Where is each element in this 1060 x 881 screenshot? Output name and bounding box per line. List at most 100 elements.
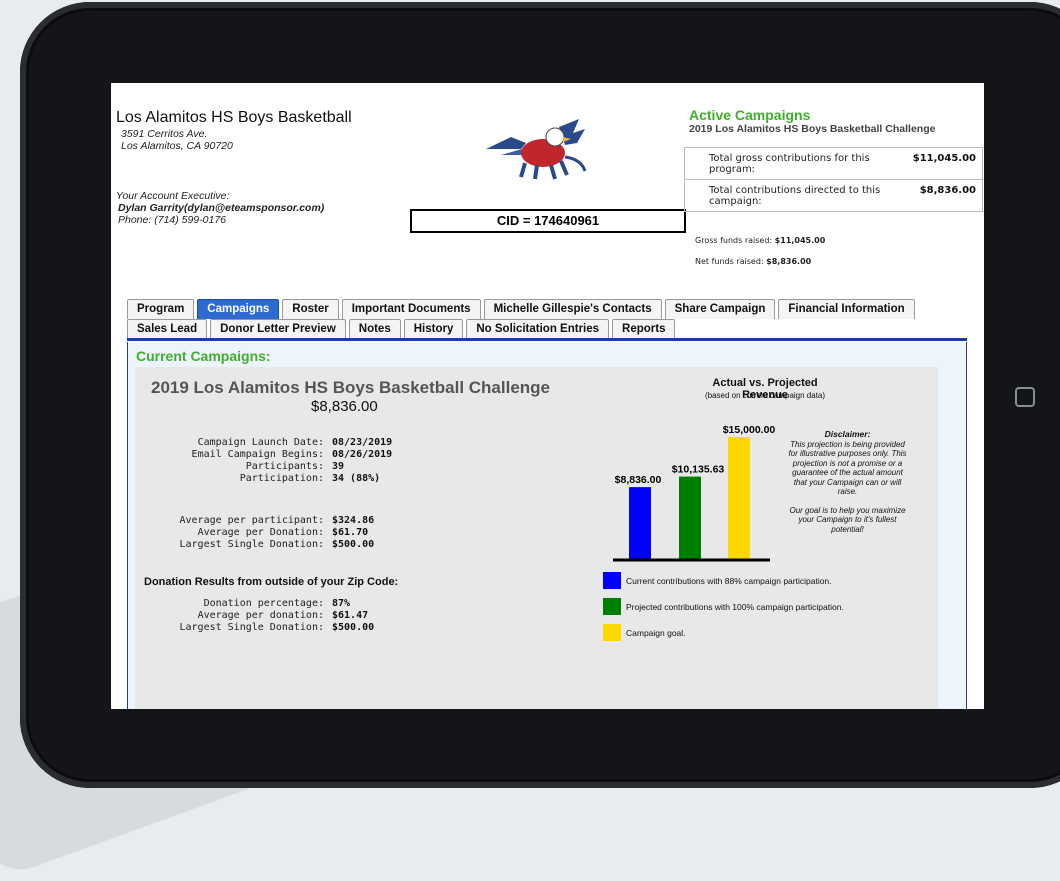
stat-value: $500.00 bbox=[332, 622, 375, 633]
tab-underline bbox=[127, 338, 967, 341]
bar-goal bbox=[728, 437, 750, 559]
tab-financial-information[interactable]: Financial Information bbox=[778, 299, 915, 319]
screen: Los Alamitos HS Boys Basketball 3591 Cer… bbox=[111, 83, 984, 709]
totals-label: Total gross contributions for this progr… bbox=[709, 153, 870, 175]
griffin-logo bbox=[486, 119, 587, 180]
active-campaign-name[interactable]: 2019 Los Alamitos HS Boys Basketball Cha… bbox=[689, 123, 939, 135]
legend-item: Campaign goal. bbox=[603, 624, 686, 641]
disclaimer-heading: Disclaimer: bbox=[824, 429, 871, 439]
campaign-amount: $8,836.00 bbox=[311, 398, 378, 415]
disclaimer: Disclaimer: This projection is being pro… bbox=[785, 429, 910, 534]
home-button[interactable] bbox=[1015, 387, 1035, 407]
totals-table: Total gross contributions for this progr… bbox=[684, 147, 983, 212]
disclaimer-text: This projection is being provided for il… bbox=[788, 439, 907, 497]
zip-results-title: Donation Results from outside of your Zi… bbox=[144, 576, 399, 588]
legend-label: Projected contributions with 100% campai… bbox=[626, 601, 844, 612]
tab-program[interactable]: Program bbox=[127, 299, 195, 319]
stat-label: Average per Donation: bbox=[197, 527, 324, 538]
tab-reports[interactable]: Reports bbox=[612, 319, 676, 339]
donation-stats: Average per participant: $324.86 Average … bbox=[135, 515, 375, 551]
stat-label: Participation: bbox=[239, 473, 324, 484]
account-executive: Your Account Executive: Dylan Garrity(dy… bbox=[116, 190, 324, 226]
stat-label: Participants: bbox=[245, 461, 324, 472]
tab-no-solicitation-entries[interactable]: No Solicitation Entries bbox=[466, 319, 610, 339]
stat-row: Campaign Launch Date: 08/23/2019 bbox=[135, 437, 393, 449]
stat-row: Participants: 39 bbox=[135, 461, 392, 473]
org-address: 3591 Cerritos Ave. Los Alamitos, CA 9072… bbox=[121, 128, 233, 152]
stat-row: Average per donation: $61.47 bbox=[135, 610, 374, 622]
tab-contacts[interactable]: Michelle Gillespie's Contacts bbox=[483, 299, 662, 319]
totals-label: Total contributions directed to this cam… bbox=[709, 185, 881, 207]
bar-label: $10,135.63 bbox=[672, 464, 725, 476]
net-funds-value: $8,836.00 bbox=[766, 257, 812, 266]
stat-value: $324.86 bbox=[332, 515, 375, 526]
bar-current bbox=[629, 487, 651, 559]
legend-label: Campaign goal. bbox=[626, 627, 686, 638]
org-name: Los Alamitos HS Boys Basketball bbox=[116, 109, 352, 126]
revenue-chart: $8,836.00 $10,135.63 $15,000.00 bbox=[613, 424, 776, 562]
stat-label: Average per donation: bbox=[197, 610, 324, 621]
disclaimer-goal: Our goal is to help you maximize your Ca… bbox=[789, 505, 906, 534]
totals-row: Total gross contributions for this progr… bbox=[685, 148, 982, 180]
net-funds-label: Net funds raised: bbox=[695, 257, 764, 266]
active-campaigns-title: Active Campaigns bbox=[689, 107, 811, 123]
current-campaigns-title: Current Campaigns: bbox=[136, 348, 271, 364]
totals-value: $8,836.00 bbox=[919, 185, 976, 196]
legend-label: Current contributions with 88% campaign … bbox=[626, 575, 832, 586]
tab-roster[interactable]: Roster bbox=[282, 299, 339, 319]
tab-row-2: Sales Lead Donor Letter Preview Notes Hi… bbox=[127, 319, 977, 339]
tab-row-1: Program Campaigns Roster Important Docum… bbox=[127, 299, 977, 319]
stat-row: Average per Donation: $61.70 bbox=[135, 527, 374, 539]
legend-swatch bbox=[603, 624, 621, 641]
gross-funds-value: $11,045.00 bbox=[774, 236, 826, 245]
legend-item: Projected contributions with 100% campai… bbox=[603, 598, 844, 615]
campaign-panel: 2019 Los Alamitos HS Boys Basketball Cha… bbox=[135, 367, 938, 709]
net-funds: Net funds raised: $8,836.00 bbox=[695, 257, 811, 266]
tab-notes[interactable]: Notes bbox=[348, 319, 401, 339]
stat-label: Email Campaign Begins: bbox=[191, 449, 324, 460]
tab-donor-letter-preview[interactable]: Donor Letter Preview bbox=[210, 319, 346, 339]
totals-value: $11,045.00 bbox=[912, 153, 976, 164]
tab-share-campaign[interactable]: Share Campaign bbox=[664, 299, 776, 319]
stat-value: $61.47 bbox=[332, 610, 369, 621]
stat-value: $61.70 bbox=[332, 527, 369, 538]
stat-value: 08/26/2019 bbox=[332, 449, 393, 460]
zip-stats: Donation percentage: 87% Average per dona… bbox=[135, 598, 375, 634]
stat-value: 39 bbox=[332, 461, 345, 472]
gross-funds-label: Gross funds raised: bbox=[695, 236, 773, 245]
stat-value: 34 (88%) bbox=[332, 473, 381, 484]
cid-box: CID = 174640961 bbox=[410, 209, 686, 233]
legend-item: Current contributions with 88% campaign … bbox=[603, 572, 832, 589]
tab-history[interactable]: History bbox=[403, 319, 464, 339]
legend-swatch bbox=[603, 572, 621, 589]
stat-label: Donation percentage: bbox=[203, 598, 324, 609]
stat-value: 87% bbox=[332, 598, 351, 609]
address-line-2: Los Alamitos, CA 90720 bbox=[121, 140, 233, 152]
stat-label: Largest Single Donation: bbox=[179, 622, 325, 633]
campaign-title: 2019 Los Alamitos HS Boys Basketball Cha… bbox=[151, 378, 551, 397]
tab-bar: Program Campaigns Roster Important Docum… bbox=[127, 299, 977, 339]
stat-value: $500.00 bbox=[332, 539, 375, 550]
account-label: Your Account Executive: bbox=[116, 190, 230, 202]
tab-campaigns[interactable]: Campaigns bbox=[197, 299, 280, 319]
tab-sales-lead[interactable]: Sales Lead bbox=[127, 319, 208, 339]
stat-label: Largest Single Donation: bbox=[179, 539, 325, 550]
stat-label: Average per participant: bbox=[179, 515, 325, 526]
bar-label: $8,836.00 bbox=[615, 474, 662, 486]
account-phone: Phone: (714) 599-0176 bbox=[118, 214, 226, 226]
tab-important-documents[interactable]: Important Documents bbox=[341, 299, 481, 319]
stat-label: Campaign Launch Date: bbox=[197, 437, 324, 448]
address-line-1: 3591 Cerritos Ave. bbox=[121, 128, 208, 140]
stat-value: 08/23/2019 bbox=[332, 437, 393, 448]
campaign-stats: Campaign Launch Date: 08/23/2019 Email Ca… bbox=[135, 437, 393, 485]
stat-row: Email Campaign Begins: 08/26/2019 bbox=[135, 449, 393, 461]
totals-row: Total contributions directed to this cam… bbox=[685, 180, 982, 211]
stat-row: Largest Single Donation: $500.00 bbox=[135, 622, 375, 634]
chart-subtitle: (based on current campaign data) bbox=[704, 391, 826, 400]
gross-funds: Gross funds raised: $11,045.00 bbox=[695, 236, 825, 245]
account-name: Dylan Garrity(dylan@eteamsponsor.com) bbox=[118, 202, 325, 214]
bar-label: $15,000.00 bbox=[723, 424, 776, 436]
stat-row: Average per participant: $324.86 bbox=[135, 515, 375, 527]
stat-row: Largest Single Donation: $500.00 bbox=[135, 539, 375, 551]
stat-row: Donation percentage: 87% bbox=[135, 598, 374, 610]
